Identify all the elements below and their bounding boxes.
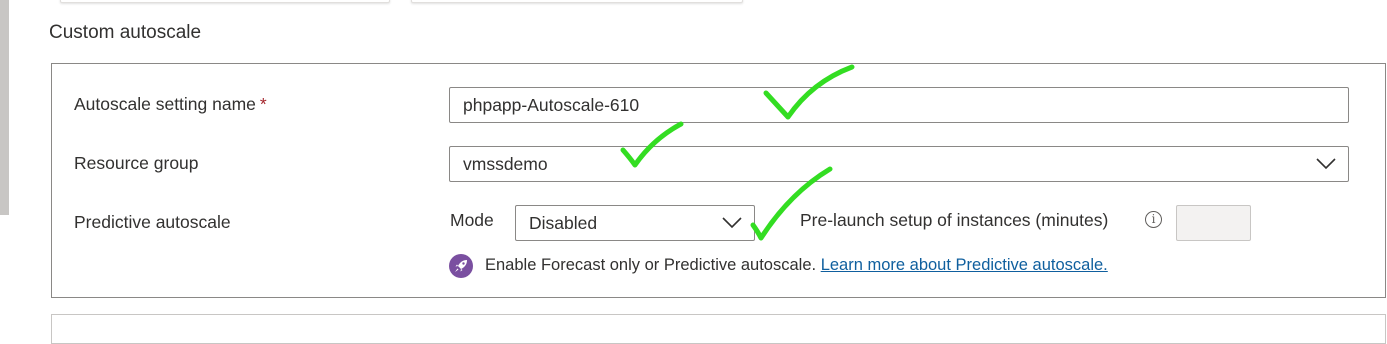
top-card-left[interactable]: [60, 0, 390, 3]
checkmark-annotation-icon: [620, 121, 684, 168]
autoscale-name-label: Autoscale setting name *: [74, 94, 267, 115]
chevron-down-icon: [722, 217, 742, 229]
info-icon[interactable]: i: [1145, 211, 1162, 228]
chevron-down-icon: [1316, 158, 1336, 170]
required-marker: *: [259, 94, 267, 114]
predictive-autoscale-label: Predictive autoscale: [74, 212, 231, 232]
checkmark-annotation-icon: [750, 166, 833, 241]
next-panel: [51, 314, 1386, 344]
resource-group-label: Resource group: [74, 153, 199, 173]
page-scrollbar[interactable]: [0, 0, 9, 215]
rocket-glyph: [455, 260, 467, 272]
mode-value: Disabled: [529, 212, 598, 233]
resource-group-select[interactable]: vmssdemo: [449, 146, 1349, 182]
prelaunch-minutes-input[interactable]: [1176, 205, 1251, 241]
checkmark-annotation-icon: [763, 64, 855, 120]
top-card-right[interactable]: [411, 0, 743, 3]
predictive-info-message: Enable Forecast only or Predictive autos…: [485, 256, 817, 274]
autoscale-name-value: phpapp-Autoscale-610: [463, 94, 640, 115]
prelaunch-label: Pre-launch setup of instances (minutes): [800, 210, 1109, 230]
resource-group-value: vmssdemo: [463, 153, 548, 174]
learn-more-link[interactable]: Learn more about Predictive autoscale.: [821, 256, 1108, 274]
rocket-icon: [449, 254, 473, 278]
section-title: Custom autoscale: [49, 22, 202, 43]
mode-label: Mode: [450, 210, 494, 230]
autoscale-name-label-text: Autoscale setting name: [74, 94, 256, 114]
autoscale-name-input[interactable]: phpapp-Autoscale-610: [449, 87, 1349, 123]
mode-select[interactable]: Disabled: [515, 205, 755, 241]
predictive-info-text: Enable Forecast only or Predictive autos…: [485, 256, 1108, 275]
